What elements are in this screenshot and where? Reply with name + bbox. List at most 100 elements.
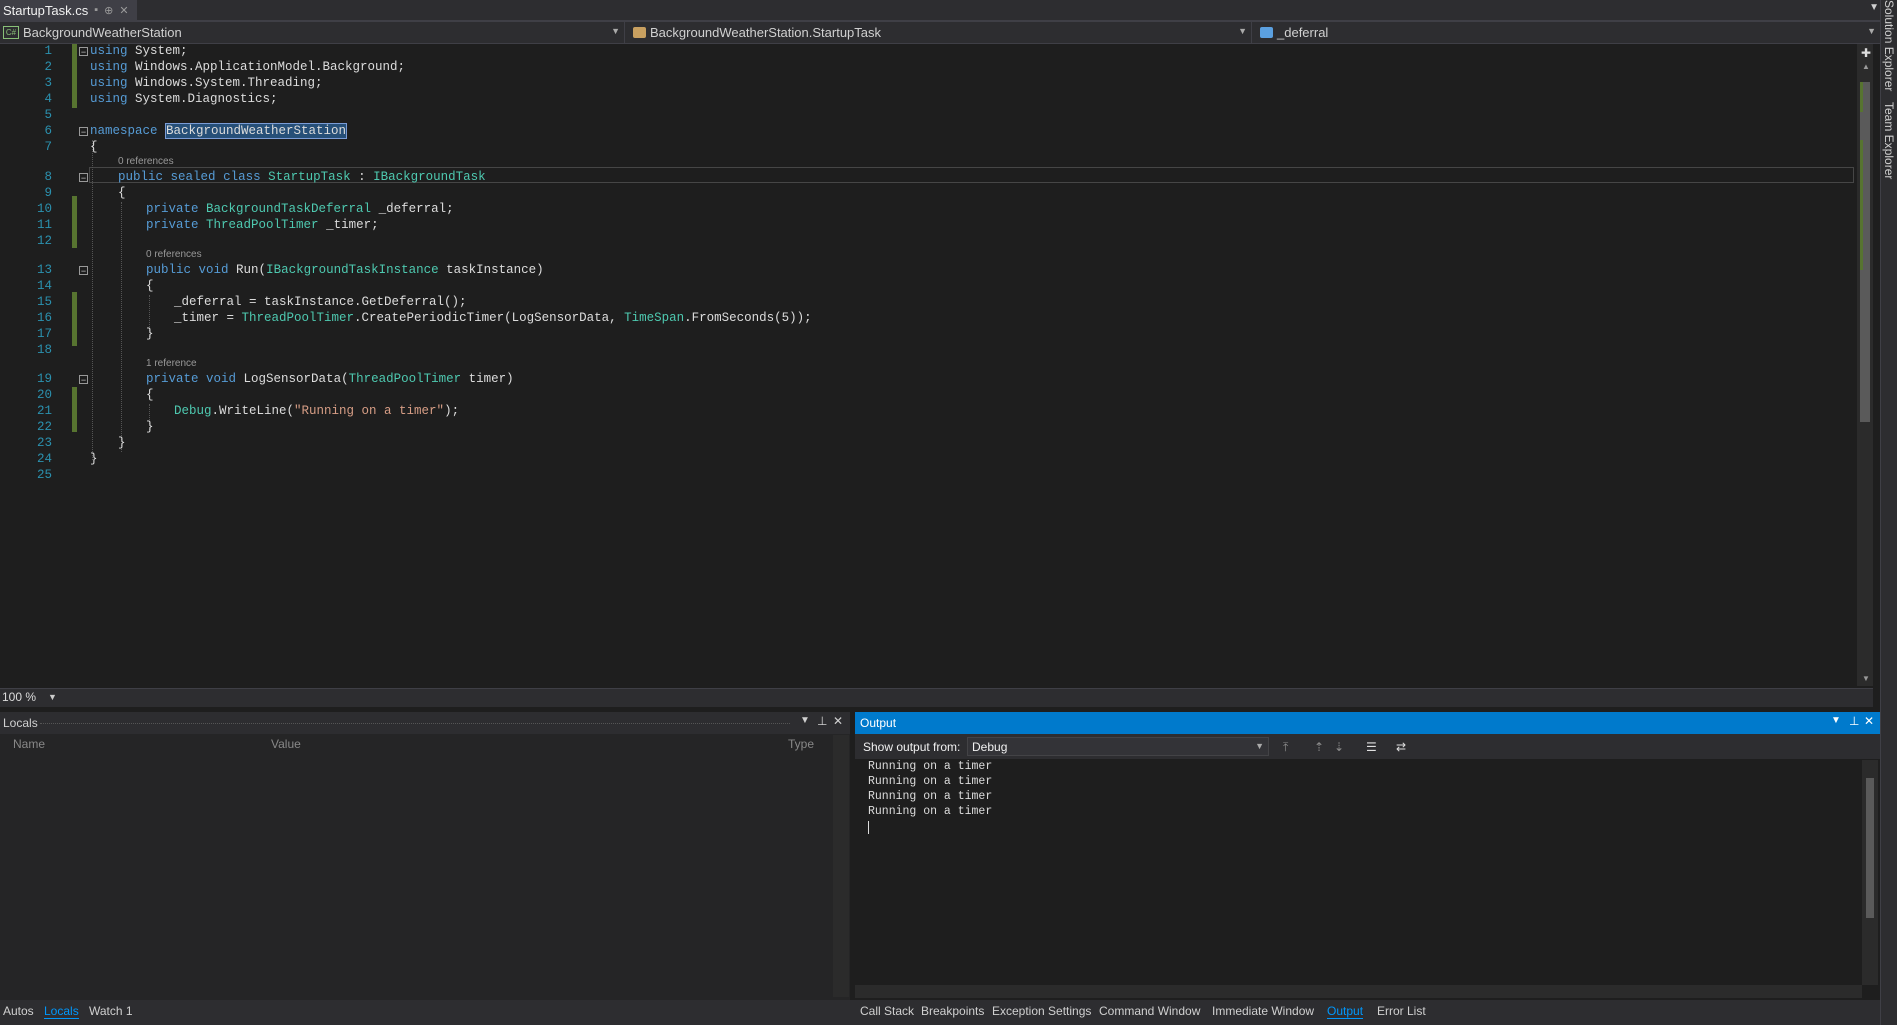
code-line-7: { (90, 140, 98, 154)
change-marker (72, 387, 77, 432)
identifier: _timer = (174, 311, 242, 325)
type-name: ThreadPoolTimer (206, 218, 319, 232)
type-name: BackgroundTaskDeferral (206, 202, 372, 216)
output-title-bar (855, 712, 1880, 734)
line-number: 22 (36, 420, 52, 434)
string-literal: "Running on a timer" (294, 404, 445, 418)
keyword: void (206, 372, 237, 386)
output-line: Running on a timer (868, 760, 993, 773)
project-name: BackgroundWeatherStation (23, 25, 182, 40)
column-header-type[interactable]: Type (788, 737, 814, 751)
tab-exception-settings[interactable]: Exception Settings (992, 1004, 1091, 1018)
tab-output[interactable]: Output (1327, 1004, 1364, 1019)
tab-call-stack[interactable]: Call Stack (860, 1004, 914, 1018)
change-marker (72, 292, 77, 346)
tab-overflow-icon[interactable]: ▼ (1869, 2, 1879, 13)
code-editor[interactable]: 1 2 3 4 5 6 7 8 9 10 11 12 13 14 15 16 1… (0, 44, 1857, 686)
tab-startuptask[interactable]: StartupTask.cs ▪ ⊕ ✕ (0, 0, 137, 20)
previous-message-icon[interactable]: ⇡ (1314, 740, 1324, 754)
scroll-up-icon[interactable]: ▲ (1862, 62, 1870, 71)
identifier: Run( (228, 263, 267, 277)
punctuation: ); (444, 404, 460, 418)
chevron-down-icon: ▼ (1255, 741, 1264, 751)
keyword: using (90, 60, 128, 74)
line-number: 15 (36, 295, 52, 309)
identifier: System; (127, 44, 188, 58)
member-dropdown[interactable]: _deferral ▼ (1254, 22, 1880, 43)
scroll-down-icon[interactable]: ▼ (1862, 674, 1870, 683)
line-number: 10 (36, 202, 52, 216)
output-source-select[interactable]: Debug ▼ (967, 737, 1269, 756)
keyword: private (146, 218, 199, 232)
keyword: sealed (170, 170, 216, 184)
word-wrap-icon[interactable]: ⇄ (1396, 740, 1406, 754)
indent-guide (121, 202, 122, 452)
code-line-8: public sealed class StartupTask : IBackg… (118, 170, 486, 184)
window-menu-icon[interactable]: ▼ (1831, 715, 1841, 726)
output-source-value: Debug (972, 740, 1008, 754)
identifier: _deferral; (371, 202, 454, 216)
next-message-icon[interactable]: ⇣ (1334, 740, 1344, 754)
tab-command-window[interactable]: Command Window (1099, 1004, 1200, 1018)
collapse-icon[interactable]: − (79, 127, 88, 137)
close-icon[interactable]: ✕ (119, 4, 128, 17)
find-message-icon[interactable]: ⤒ (1283, 740, 1288, 755)
code-line-22: } (146, 420, 154, 434)
tab-title: StartupTask.cs (3, 2, 89, 18)
close-icon[interactable]: ✕ (833, 714, 843, 728)
line-number: 4 (44, 92, 52, 106)
collapse-icon[interactable]: − (79, 266, 88, 276)
split-icon[interactable]: ✚ (1861, 46, 1871, 60)
codelens-references[interactable]: 0 references (118, 156, 174, 167)
output-scroll-thumb[interactable] (1866, 778, 1874, 918)
collapse-icon[interactable]: − (79, 47, 88, 57)
column-header-value[interactable]: Value (271, 737, 301, 751)
code-line-24: } (90, 452, 98, 466)
zoom-level[interactable]: 100 % (2, 690, 36, 704)
identifier: .FromSeconds(5)); (684, 311, 812, 325)
identifier: .WriteLine( (211, 404, 295, 418)
clear-all-icon[interactable]: ☰ (1366, 740, 1377, 754)
window-menu-icon[interactable]: ▼ (800, 715, 810, 726)
type-name: ThreadPoolTimer (241, 311, 355, 325)
project-dropdown[interactable]: C# BackgroundWeatherStation ▼ (0, 22, 625, 43)
codelens-references[interactable]: 1 reference (146, 358, 197, 369)
code-line-9: { (118, 186, 126, 200)
code-line-23: } (118, 436, 126, 450)
pin-icon[interactable]: ⊥ (1849, 714, 1859, 728)
line-number: 6 (44, 124, 52, 138)
scroll-change-marker (1860, 82, 1863, 112)
selected-identifier: BackgroundWeatherStation (165, 123, 348, 139)
chevron-down-icon[interactable]: ▼ (48, 692, 57, 702)
title-grip (40, 723, 790, 724)
chevron-down-icon: ▼ (1238, 26, 1247, 36)
type-name: IBackgroundTaskInstance (266, 263, 439, 277)
codelens-references[interactable]: 0 references (146, 249, 202, 260)
identifier: taskInstance) (438, 263, 544, 277)
tab-immediate-window[interactable]: Immediate Window (1212, 1004, 1314, 1018)
line-number: 21 (36, 404, 52, 418)
solution-explorer-tab[interactable]: Solution Explorer (1882, 0, 1896, 95)
tab-error-list[interactable]: Error List (1377, 1004, 1426, 1018)
line-number: 8 (44, 170, 52, 184)
column-header-name[interactable]: Name (13, 737, 45, 751)
pin-icon[interactable]: ▪ (94, 4, 98, 16)
keyword: using (90, 44, 128, 58)
collapse-icon[interactable]: − (79, 375, 88, 385)
type-name: BackgroundWeatherStation.StartupTask (650, 25, 882, 40)
pin-icon[interactable]: ⊥ (817, 714, 827, 728)
identifier: Windows.ApplicationModel.Background; (127, 60, 406, 74)
code-line-6: namespace BackgroundWeatherStation (90, 123, 348, 139)
collapse-icon[interactable]: − (79, 173, 88, 183)
type-name: StartupTask (268, 170, 351, 184)
tab-autos[interactable]: Autos (3, 1004, 34, 1018)
close-icon[interactable]: ✕ (1864, 714, 1874, 728)
type-dropdown[interactable]: BackgroundWeatherStation.StartupTask ▼ (627, 22, 1252, 43)
tab-watch-1[interactable]: Watch 1 (89, 1004, 133, 1018)
output-horizontal-scrollbar[interactable] (855, 985, 1862, 998)
tab-locals[interactable]: Locals (44, 1004, 79, 1019)
keep-open-icon[interactable]: ⊕ (104, 4, 113, 17)
team-explorer-tab[interactable]: Team Explorer (1882, 102, 1896, 179)
locals-vertical-scrollbar[interactable] (833, 735, 849, 997)
tab-breakpoints[interactable]: Breakpoints (921, 1004, 984, 1018)
